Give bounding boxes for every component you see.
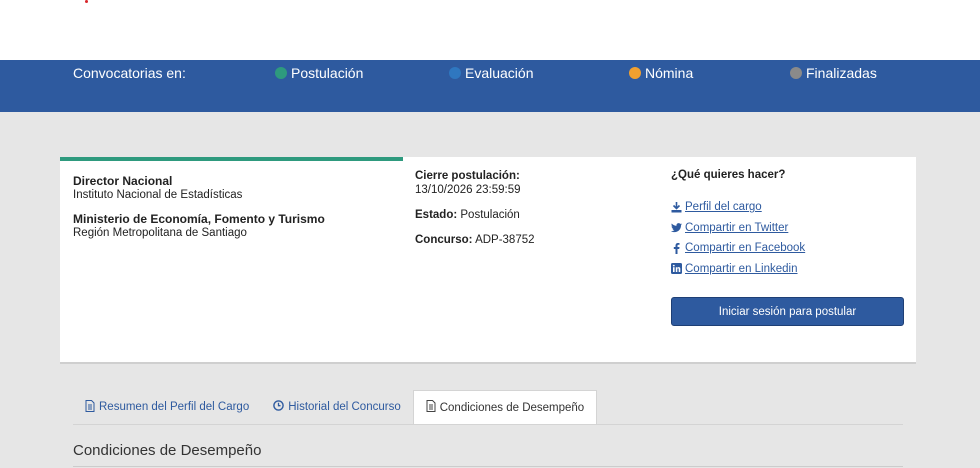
- tab-bar: Resumen del Perfil del Cargo Historial d…: [73, 390, 598, 424]
- legend-postulacion[interactable]: Postulación: [275, 65, 363, 81]
- legend-nomina-label: Nómina: [645, 65, 694, 81]
- section-divider: [73, 466, 903, 467]
- tab-historial-label: Historial del Concurso: [288, 401, 401, 413]
- tab-resumen-perfil[interactable]: Resumen del Perfil del Cargo: [73, 390, 261, 424]
- tab-condiciones[interactable]: Condiciones de Desempeño: [412, 390, 598, 424]
- close-date-label: Cierre postulación:: [415, 170, 520, 182]
- green-dot-icon: [275, 67, 287, 79]
- ministry-name: Ministerio de Economía, Fomento y Turism…: [73, 212, 325, 226]
- gray-dot-icon: [790, 67, 802, 79]
- position-title: Director Nacional: [73, 174, 173, 188]
- document-icon: [85, 399, 95, 415]
- twitter-icon: [671, 222, 682, 233]
- institution-name: Instituto Nacional de Estadísticas: [73, 189, 243, 201]
- top-header: [0, 0, 980, 60]
- blue-dot-icon: [449, 67, 461, 79]
- status-accent-bar: [60, 157, 403, 161]
- legend-evaluacion-label: Evaluación: [465, 65, 534, 81]
- legend-postulacion-label: Postulación: [291, 65, 364, 81]
- state-label: Estado:: [415, 209, 458, 221]
- document-icon: [426, 400, 436, 415]
- profile-download-label: Perfil del cargo: [685, 201, 762, 214]
- tab-condiciones-label: Condiciones de Desempeño: [439, 401, 585, 414]
- region-name: Región Metropolitana de Santiago: [73, 227, 247, 239]
- contest-label: Concurso:: [415, 234, 473, 246]
- legend-evaluacion[interactable]: Evaluación: [449, 65, 534, 81]
- contest-card: Director Nacional Instituto Nacional de …: [60, 157, 916, 364]
- close-date-value: 13/10/2026 23:59:59: [415, 184, 521, 196]
- share-twitter-link[interactable]: Compartir en Twitter: [671, 218, 805, 239]
- clock-icon: [273, 400, 285, 414]
- facebook-icon: [671, 242, 682, 254]
- position-info: Director Nacional Instituto Nacional de …: [73, 174, 325, 240]
- orange-dot-icon: [629, 67, 641, 79]
- state-value: Postulación: [460, 209, 520, 221]
- profile-download-link[interactable]: Perfil del cargo: [671, 197, 805, 218]
- login-to-apply-button[interactable]: Iniciar sesión para postular: [671, 297, 904, 326]
- linkedin-icon: [671, 263, 682, 275]
- status-legend-bar: Convocatorias en: Postulación Evaluación…: [0, 60, 980, 112]
- share-twitter-label: Compartir en Twitter: [685, 221, 789, 234]
- tab-resumen-perfil-label: Resumen del Perfil del Cargo: [99, 401, 250, 413]
- tab-historial[interactable]: Historial del Concurso: [261, 390, 413, 424]
- contest-value: ADP-38752: [475, 234, 535, 246]
- download-icon: [671, 201, 682, 213]
- legend-finalizadas-label: Finalizadas: [806, 65, 877, 81]
- legend-label: Convocatorias en:: [73, 65, 186, 81]
- legend-nomina[interactable]: Nómina: [629, 65, 693, 81]
- legend-finalizadas[interactable]: Finalizadas: [790, 65, 877, 81]
- share-facebook-link[interactable]: Compartir en Facebook: [671, 238, 805, 259]
- tab-divider: [73, 424, 903, 425]
- logo-fragment: [85, 0, 88, 3]
- actions-heading: ¿Qué quieres hacer?: [671, 169, 786, 181]
- actions-panel: ¿Qué quieres hacer? Perfil del cargo Com…: [671, 169, 805, 279]
- share-facebook-label: Compartir en Facebook: [685, 242, 806, 255]
- contest-details: Cierre postulación: 13/10/2026 23:59:59 …: [415, 169, 535, 258]
- share-linkedin-link[interactable]: Compartir en Linkedin: [671, 259, 805, 280]
- share-linkedin-label: Compartir en Linkedin: [685, 262, 798, 275]
- section-title: Condiciones de Desempeño: [73, 442, 262, 459]
